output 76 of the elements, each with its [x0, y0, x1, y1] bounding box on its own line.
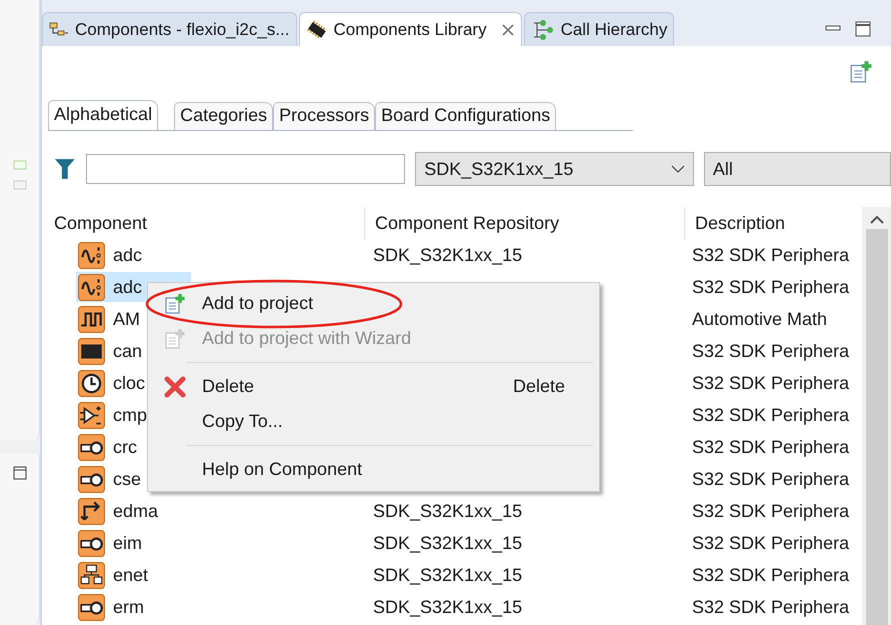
tab-label: Call Hierarchy — [560, 20, 668, 40]
panel-icon — [12, 160, 26, 170]
component-entry[interactable]: eim — [76, 528, 191, 558]
add-document-icon — [164, 328, 186, 350]
component-icon — [78, 562, 105, 588]
delete-icon — [164, 376, 186, 398]
component-entry[interactable]: enet — [76, 560, 191, 590]
component-icon — [78, 242, 105, 268]
repository-select[interactable]: SDK_S32K1xx_15 — [415, 152, 694, 186]
component-entry[interactable]: adc — [76, 240, 191, 270]
view-tab[interactable]: Components - flexio_i2c_s... — [42, 12, 296, 46]
table-cell: SDK_S32K1xx_15 — [373, 564, 522, 586]
component-name: adc — [113, 244, 142, 266]
component-entry[interactable]: erm — [76, 592, 191, 622]
sub-tab[interactable]: Processors — [273, 102, 376, 130]
view-tab[interactable]: Components Library — [298, 12, 522, 46]
panel-icon — [12, 180, 26, 190]
column-header[interactable]: Component — [42, 207, 364, 240]
component-name: cmp — [113, 404, 148, 426]
table-cell: S32 SDK Periphera — [692, 276, 850, 298]
maximize-icon[interactable] — [855, 21, 871, 37]
component-icon — [78, 306, 105, 332]
component-name: adc — [113, 276, 142, 298]
table-cell: SDK_S32K1xx_15 — [373, 244, 522, 266]
table-cell: S32 SDK Periphera — [692, 468, 850, 490]
sub-tab[interactable]: Categories — [174, 102, 274, 130]
component-icon — [78, 402, 105, 428]
table-cell: S32 SDK Periphera — [692, 532, 850, 554]
component-name: eim — [113, 532, 142, 554]
component-icon — [78, 466, 105, 492]
sub-tab[interactable]: Board Configurations — [375, 102, 556, 130]
table-cell: SDK_S32K1xx_15 — [373, 532, 522, 554]
sub-tab[interactable]: Alphabetical — [48, 100, 158, 130]
table-cell: S32 SDK Periphera — [692, 564, 850, 586]
component-icon — [78, 338, 105, 364]
add-document-icon[interactable] — [849, 60, 873, 84]
view-tab[interactable]: Call Hierarchy — [524, 12, 674, 46]
component-name: cse — [113, 468, 142, 490]
table-cell: S32 SDK Periphera — [692, 596, 850, 618]
filter-field[interactable] — [86, 154, 406, 184]
close-icon[interactable] — [500, 22, 515, 36]
table-cell: Automotive Math — [692, 308, 828, 330]
component-name: edma — [113, 500, 158, 522]
component-icon — [78, 434, 105, 460]
add-document-icon — [164, 292, 186, 314]
component-name: cloc — [113, 372, 146, 394]
table-cell: SDK_S32K1xx_15 — [373, 500, 522, 522]
component-icon — [78, 530, 105, 556]
component-name: can — [113, 340, 142, 362]
component-icon — [78, 370, 105, 396]
tab-label: Components Library — [334, 20, 487, 40]
scrollbar[interactable] — [862, 207, 891, 625]
filter-icon[interactable] — [54, 157, 76, 181]
component-name: enet — [113, 564, 148, 586]
column-header[interactable]: Component Repository — [364, 207, 684, 240]
table-cell: S32 SDK Periphera — [692, 340, 850, 362]
component-icon — [78, 594, 105, 620]
dropdown-caret-icon — [670, 165, 685, 173]
component-icon — [78, 498, 105, 524]
tree-icon — [49, 20, 69, 38]
component-name: erm — [113, 596, 144, 618]
table-cell: SDK_S32K1xx_15 — [373, 596, 522, 618]
maximize-icon[interactable] — [12, 466, 26, 480]
table-cell: S32 SDK Periphera — [692, 436, 850, 458]
component-icon — [78, 274, 105, 300]
scope-select[interactable]: All — [704, 152, 891, 186]
component-entry[interactable]: edma — [76, 496, 191, 526]
minimize-icon[interactable] — [825, 25, 841, 33]
tab-label: Components - flexio_i2c_s... — [75, 20, 290, 40]
table-cell: S32 SDK Periphera — [692, 244, 850, 266]
component-name: crc — [113, 436, 137, 458]
table-cell: S32 SDK Periphera — [692, 372, 850, 394]
table-cell: S32 SDK Periphera — [692, 500, 850, 522]
component-name: AM — [113, 308, 140, 330]
table-cell: S32 SDK Periphera — [692, 404, 850, 426]
scroll-up-icon[interactable] — [870, 215, 884, 225]
